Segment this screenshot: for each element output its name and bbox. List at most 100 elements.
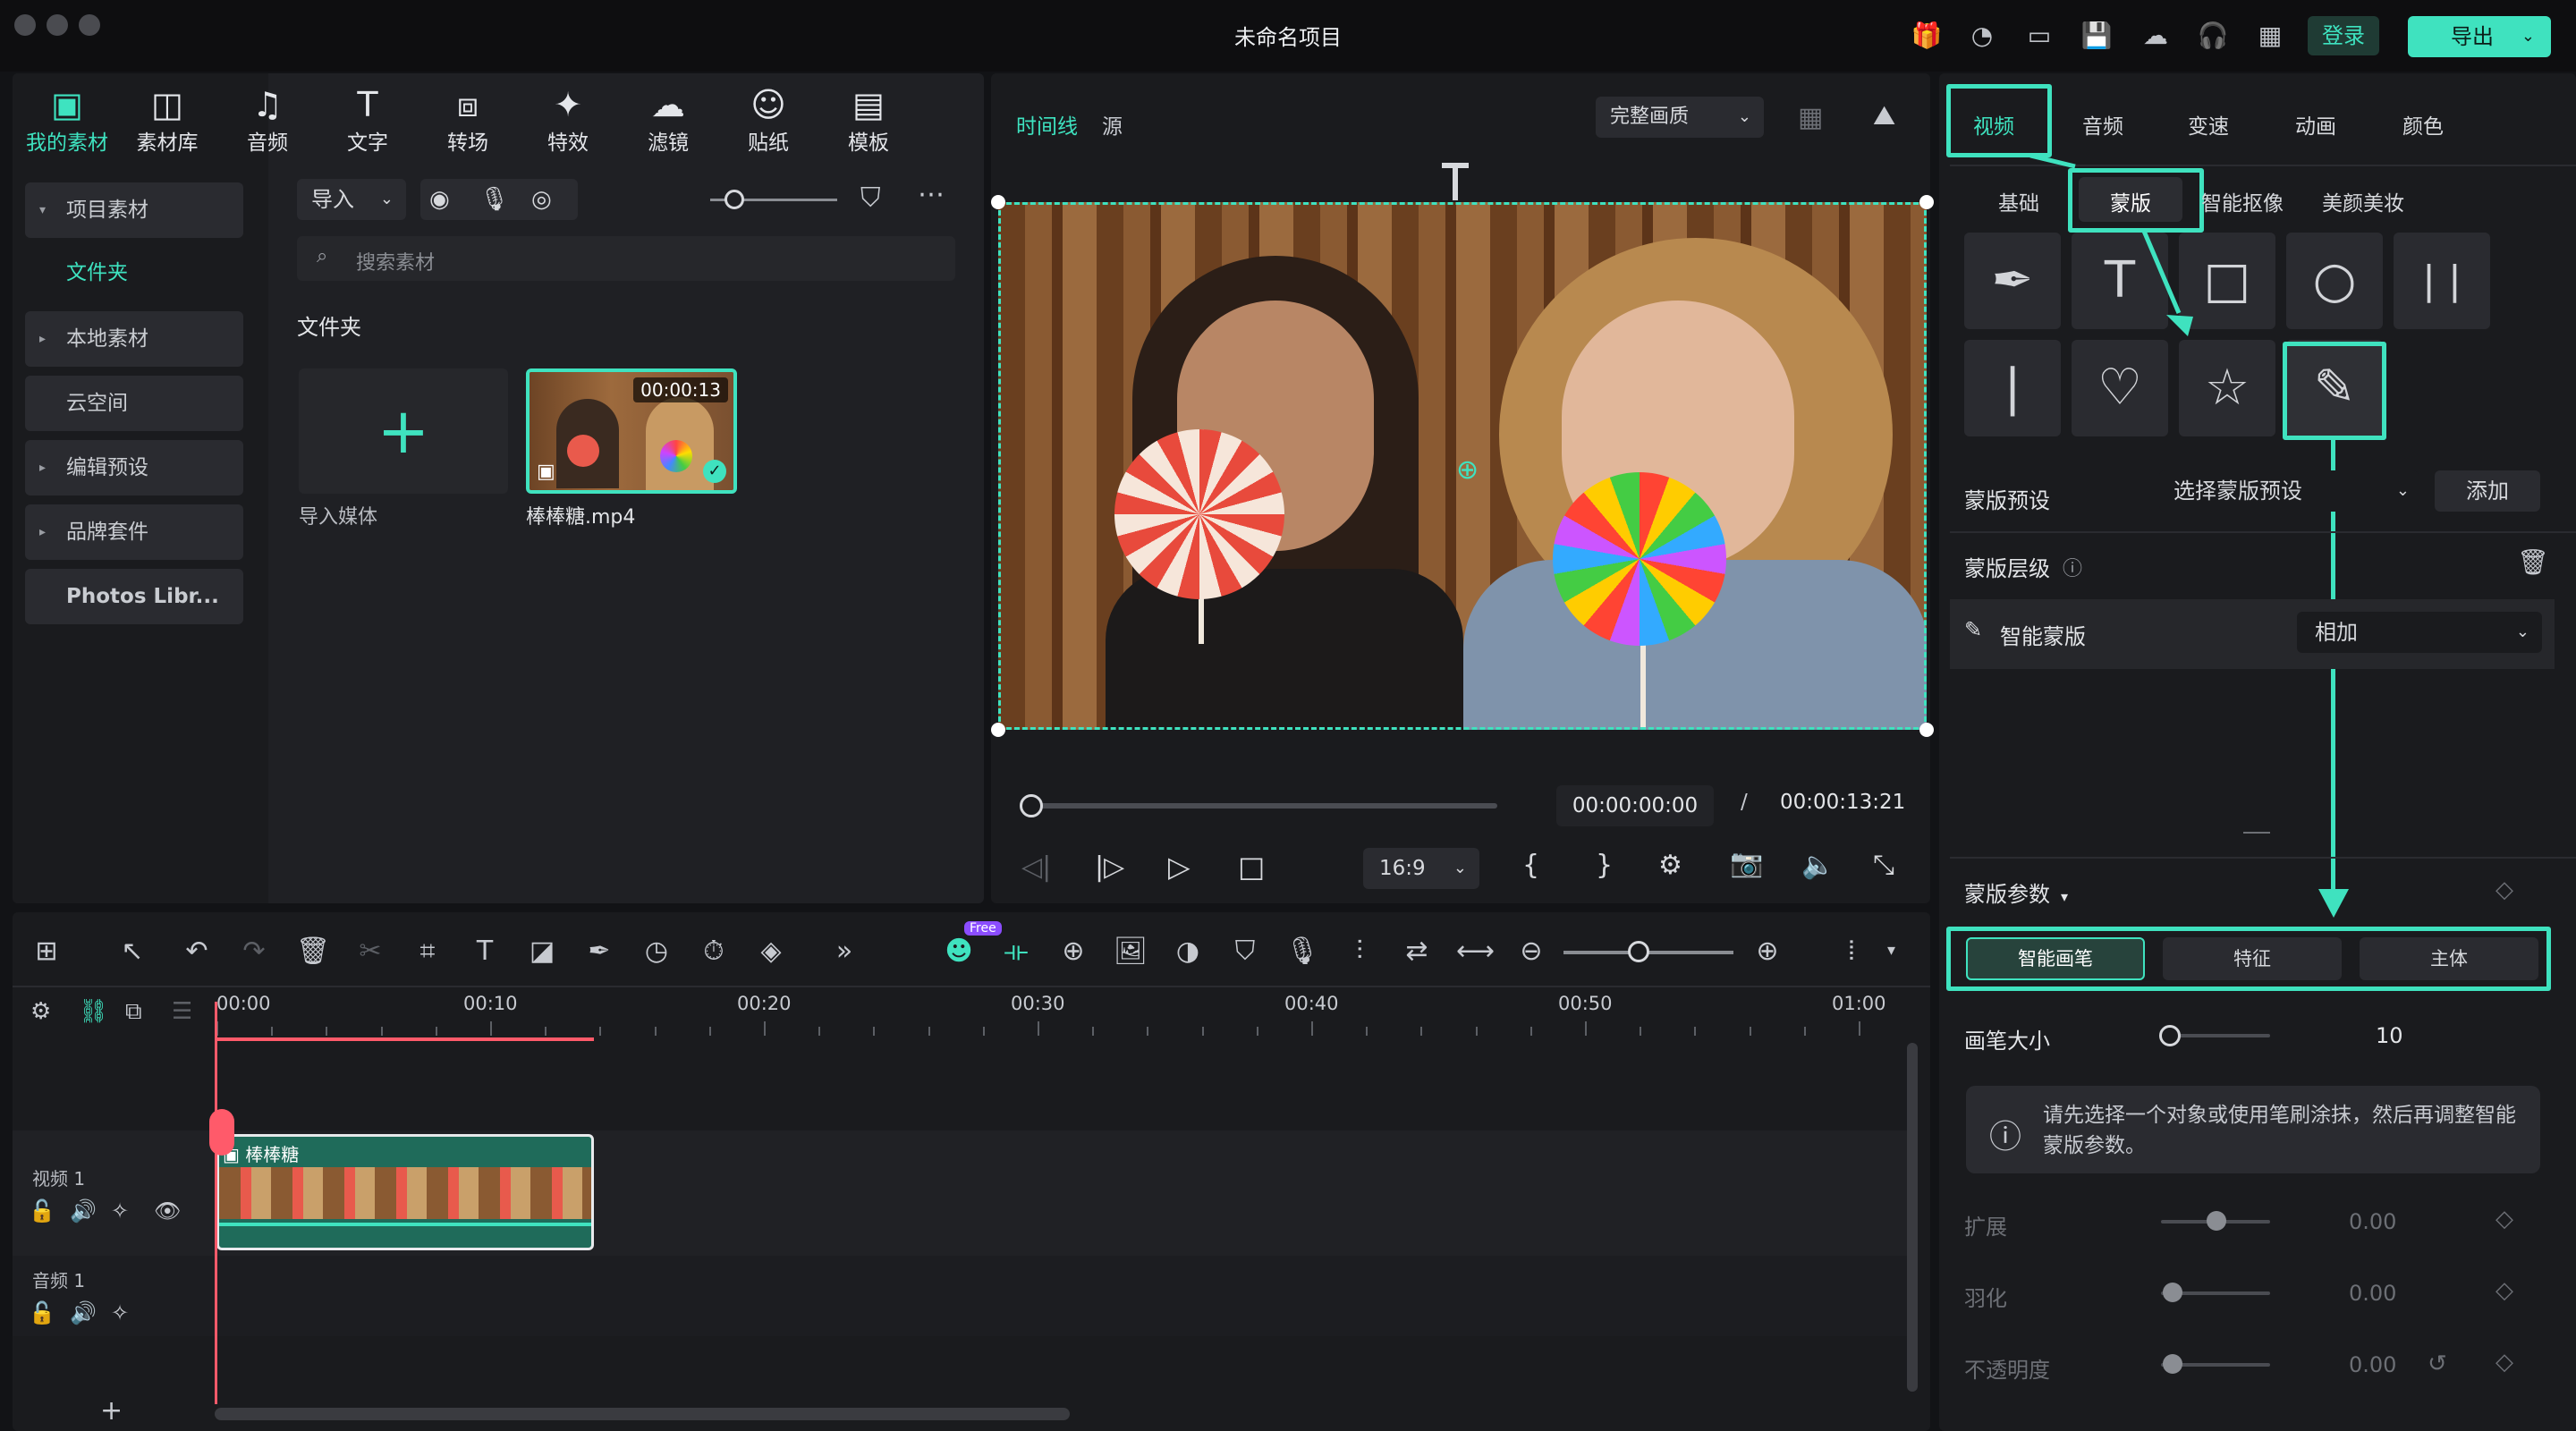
- search-input[interactable]: ⌕ 搜索素材: [297, 236, 955, 281]
- trash-icon[interactable]: 🗑: [2517, 547, 2549, 577]
- quality-dropdown[interactable]: 完整画质 ⌄: [1596, 97, 1764, 138]
- timer-icon[interactable]: ⏱: [696, 934, 732, 970]
- sidebar-item-presets[interactable]: ▸ 编辑预设: [25, 440, 243, 495]
- import-media-button[interactable]: +: [299, 368, 508, 494]
- add-mask-button[interactable]: 添加: [2435, 470, 2540, 512]
- param-value[interactable]: 0.00: [2349, 1352, 2396, 1377]
- headset-icon[interactable]: 🎧: [2197, 20, 2229, 52]
- sidebar-item-local-media[interactable]: ▸ 本地素材: [25, 311, 243, 367]
- cut-icon[interactable]: ✂: [352, 934, 388, 970]
- speed-icon[interactable]: ◷: [639, 934, 674, 970]
- param-slider-knob[interactable]: [2207, 1211, 2226, 1231]
- vertical-scrollbar[interactable]: [1907, 1043, 1918, 1392]
- track-height-icon[interactable]: ⦙: [1834, 934, 1869, 970]
- current-time[interactable]: 00:00:00:00: [1556, 785, 1714, 826]
- media-clip-thumbnail[interactable]: 00:00:13 ▣ ✓: [526, 368, 737, 494]
- param-value[interactable]: 0.00: [2349, 1209, 2396, 1234]
- property-subtab[interactable]: 蒙版: [2077, 186, 2184, 216]
- add-overlay-icon[interactable]: ⊕: [1055, 934, 1091, 970]
- caret-down-icon[interactable]: ▾: [2061, 888, 2068, 905]
- nav-item-text-t[interactable]: T 文字: [318, 84, 417, 161]
- webcam-icon[interactable]: ◎: [531, 179, 552, 220]
- property-subtab[interactable]: 基础: [1950, 186, 2088, 216]
- microphone-icon[interactable]: 🎙: [479, 179, 509, 220]
- nav-item-transition[interactable]: ⧈ 转场: [419, 84, 517, 161]
- brush-size-value[interactable]: 10: [2376, 1023, 2403, 1048]
- nav-item-filter[interactable]: ☁ 滤镜: [619, 84, 717, 161]
- keyframe-diamond-icon[interactable]: ◇: [2496, 1349, 2513, 1376]
- selection-bounding-box[interactable]: [998, 202, 1927, 730]
- undo-icon[interactable]: ↶: [179, 934, 215, 970]
- resize-grip[interactable]: [2243, 832, 2270, 834]
- chevron-down-icon[interactable]: ⌄: [2521, 16, 2535, 57]
- sidebar-item-cloud[interactable]: 云空间: [25, 376, 243, 431]
- slider-knob[interactable]: [724, 190, 744, 209]
- next-frame-icon[interactable]: |▷: [1095, 851, 1124, 883]
- import-dropdown[interactable]: 导入 ⌄: [297, 179, 406, 220]
- resize-handle-bottom-left[interactable]: [991, 723, 1005, 737]
- settings-gear-icon[interactable]: ⚙: [1658, 850, 1682, 881]
- timeline-video-clip[interactable]: ▣ 棒棒糖: [216, 1134, 594, 1250]
- replace-icon[interactable]: ⇄: [1399, 934, 1435, 970]
- text-tool-icon[interactable]: T: [467, 934, 503, 970]
- zoom-in-icon[interactable]: ⊕: [1750, 934, 1785, 970]
- playhead[interactable]: [215, 1002, 217, 1404]
- volume-icon[interactable]: 🔈: [1801, 850, 1835, 881]
- eye-icon[interactable]: 👁: [154, 1198, 181, 1224]
- track-manager-icon[interactable]: ☰: [172, 998, 192, 1025]
- image-edit-icon[interactable]: 🖼: [1113, 934, 1148, 970]
- mode-tab-feature[interactable]: 特征: [2163, 937, 2342, 980]
- nav-item-my-media[interactable]: ▣ 我的素材: [18, 84, 116, 161]
- shape-tool-icon[interactable]: ◪: [524, 934, 560, 970]
- mode-tab-smart-brush[interactable]: 智能画笔: [1966, 937, 2145, 980]
- crop-icon[interactable]: ⌗: [410, 934, 445, 970]
- scene-detect-icon[interactable]: ⟛: [998, 934, 1034, 970]
- fit-icon[interactable]: ⟷: [1456, 934, 1495, 970]
- tab-timeline[interactable]: 时间线: [1016, 109, 1078, 140]
- help-icon[interactable]: ⓘ: [2063, 553, 2082, 581]
- group-icon[interactable]: ⧉: [125, 998, 142, 1026]
- stop-icon[interactable]: □: [1238, 850, 1265, 884]
- shield-icon[interactable]: ⛉: [1227, 934, 1263, 970]
- double-line-mask-icon[interactable]: | |: [2394, 233, 2490, 329]
- resize-handle-top-right[interactable]: [1919, 195, 1934, 209]
- mark-in-icon[interactable]: {: [1522, 850, 1539, 881]
- audio-mixer-icon[interactable]: ⫶: [1342, 934, 1377, 970]
- layout-icon[interactable]: ▭: [2023, 20, 2055, 52]
- property-subtab[interactable]: 智能抠像: [2175, 186, 2309, 216]
- cloud-upload-icon[interactable]: ☁: [2140, 20, 2172, 52]
- redo-icon[interactable]: ↷: [236, 934, 272, 970]
- export-button[interactable]: 导出 ⌄: [2408, 16, 2551, 57]
- filter-icon[interactable]: ⛉: [860, 182, 881, 214]
- record-voice-icon[interactable]: 🎙: [1284, 934, 1320, 970]
- resize-handle-bottom-right[interactable]: [1919, 723, 1934, 737]
- mode-tab-subject[interactable]: 主体: [2360, 937, 2538, 980]
- sidebar-item-project-media[interactable]: ▾ 项目素材: [25, 182, 243, 238]
- grid-view-icon[interactable]: ▦: [1798, 102, 1823, 133]
- reset-icon[interactable]: ↺: [2428, 1351, 2447, 1377]
- apps-grid-icon[interactable]: ▦: [2254, 20, 2286, 52]
- gift-icon[interactable]: 🎁: [1911, 20, 1943, 52]
- nav-item-stock-media[interactable]: ◫ 素材库: [118, 84, 216, 161]
- aspect-ratio-dropdown[interactable]: 16:9 ⌄: [1363, 848, 1479, 889]
- rotate-handle[interactable]: [1453, 165, 1458, 200]
- save-icon[interactable]: 💾: [2080, 20, 2113, 52]
- add-track-icon[interactable]: +: [100, 1395, 123, 1427]
- more-options-icon[interactable]: ⋯: [918, 179, 945, 210]
- camera-snapshot-icon[interactable]: 📷: [1730, 848, 1763, 879]
- lock-icon[interactable]: 🔓: [29, 1198, 55, 1224]
- mute-icon[interactable]: 🔊: [70, 1198, 97, 1224]
- preview-progress-knob[interactable]: [1020, 794, 1043, 817]
- delete-icon[interactable]: 🗑: [295, 934, 331, 970]
- sidebar-item-brand-kit[interactable]: ▸ 品牌套件: [25, 504, 243, 560]
- tab-source[interactable]: 源: [1102, 109, 1123, 140]
- nav-item-music-note[interactable]: ♫ 音频: [218, 84, 317, 161]
- ai-assistant-icon[interactable]: ◔: [1966, 20, 1998, 52]
- keyframe-tool-icon[interactable]: ◈: [753, 934, 789, 970]
- timeline-settings-icon[interactable]: ⚙: [30, 998, 51, 1025]
- nav-item-template[interactable]: ▤ 模板: [819, 84, 918, 161]
- blend-mode-dropdown[interactable]: 相加 ⌄: [2297, 612, 2542, 653]
- pen-tool-icon[interactable]: ✒: [581, 934, 617, 970]
- keyframe-diamond-icon[interactable]: ◇: [2496, 1206, 2513, 1232]
- audio-sync-icon[interactable]: ◑: [1170, 934, 1206, 970]
